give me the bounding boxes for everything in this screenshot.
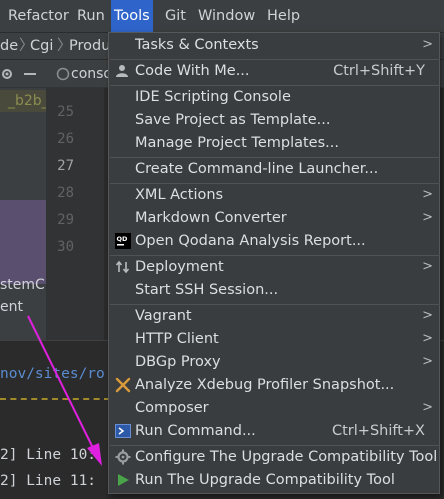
menu-item-composer[interactable]: Composer > — [109, 397, 439, 419]
menu-help[interactable]: Help — [264, 0, 303, 32]
breadcrumb-item[interactable]: Cgi — [30, 33, 53, 59]
menu-item-http-client[interactable]: HTTP Client > — [109, 328, 439, 350]
line-number: 25 — [57, 104, 74, 120]
menu-item-start-ssh[interactable]: Start SSH Session... — [109, 279, 439, 301]
menu-item-run-command[interactable]: Run Command... Ctrl+Shift+X — [109, 420, 439, 442]
chevron-right-icon: > — [422, 187, 433, 202]
line-number: 29 — [57, 212, 74, 228]
menu-run[interactable]: Run — [74, 0, 108, 32]
menu-item-manage-project-templates[interactable]: Manage Project Templates... — [109, 132, 439, 154]
breadcrumb-item[interactable]: de — [0, 33, 18, 59]
chevron-right-icon: > — [422, 354, 433, 369]
menu-git[interactable]: Git — [162, 0, 189, 32]
chevron-right-icon: > — [422, 400, 433, 415]
cross-tool-icon — [115, 377, 131, 393]
menu-item-vagrant[interactable]: Vagrant > — [109, 305, 439, 327]
menu-refactor[interactable]: Refactor — [5, 0, 72, 32]
menu-item-tasks-contexts[interactable]: Tasks & Contexts > — [109, 34, 439, 56]
tools-menu-dropdown: Tasks & Contexts > Code With Me... Ctrl+… — [108, 32, 440, 494]
console-divider — [0, 398, 110, 400]
menu-item-markdown-converter[interactable]: Markdown Converter > — [109, 207, 439, 229]
gear-icon[interactable] — [0, 67, 14, 81]
menu-item-open-qodana[interactable]: QD Open Qodana Analysis Report... — [109, 230, 439, 252]
user-icon — [116, 65, 128, 77]
svg-text:QD: QD — [117, 235, 129, 243]
line-number: 30 — [57, 239, 74, 255]
line-number: 26 — [57, 131, 74, 147]
tree-selection — [0, 200, 46, 284]
gear-icon — [115, 449, 131, 465]
chevron-right-icon: > — [422, 259, 433, 274]
tree-item[interactable]: _b2b_ — [0, 90, 46, 112]
chevron-right-icon: > — [422, 37, 433, 52]
deployment-arrows-icon — [115, 260, 130, 274]
menu-item-code-with-me[interactable]: Code With Me... Ctrl+Shift+Y — [109, 60, 439, 82]
chevron-right-icon: > — [422, 210, 433, 225]
console-path-link[interactable]: nov/sites/ro — [0, 366, 105, 382]
play-icon — [118, 474, 129, 486]
menu-item-run-uct[interactable]: Run The Upgrade Compatibility Tool — [109, 469, 439, 491]
project-toolbar — [0, 60, 46, 88]
line-number-current: 27 — [57, 158, 74, 174]
menu-item-create-launcher[interactable]: Create Command-line Launcher... — [109, 158, 439, 180]
terminal-icon — [115, 424, 131, 438]
tree-item[interactable]: ent — [0, 296, 46, 318]
menu-item-deployment[interactable]: Deployment > — [109, 256, 439, 278]
console-line: 2] Line 11: — [0, 473, 97, 489]
menu-window[interactable]: Window — [195, 0, 258, 32]
php-file-icon — [56, 67, 70, 81]
minimize-icon[interactable] — [24, 73, 36, 76]
line-number: 28 — [57, 185, 74, 201]
console-line: 2] Line 10: — [0, 447, 97, 463]
menu-item-save-project-template[interactable]: Save Project as Template... — [109, 109, 439, 131]
menu-item-analyze-xdebug[interactable]: Analyze Xdebug Profiler Snapshot... — [109, 374, 439, 396]
menu-item-configure-uct[interactable]: Configure The Upgrade Compatibility Tool — [109, 446, 439, 468]
menu-item-dbgp-proxy[interactable]: DBGp Proxy > — [109, 351, 439, 373]
editor-tab[interactable]: conso — [71, 60, 112, 88]
menu-item-ide-scripting-console[interactable]: IDE Scripting Console — [109, 86, 439, 108]
chevron-right-icon: > — [422, 308, 433, 323]
qodana-icon: QD — [115, 233, 131, 249]
breadcrumb-item[interactable]: Produ — [69, 33, 110, 59]
tree-item[interactable]: stemC — [0, 274, 46, 296]
menu-bar: Refactor Run Tools Git Window Help — [0, 0, 444, 33]
chevron-right-icon: > — [422, 331, 433, 346]
menu-item-xml-actions[interactable]: XML Actions > — [109, 184, 439, 206]
menu-tools[interactable]: Tools — [111, 0, 153, 32]
